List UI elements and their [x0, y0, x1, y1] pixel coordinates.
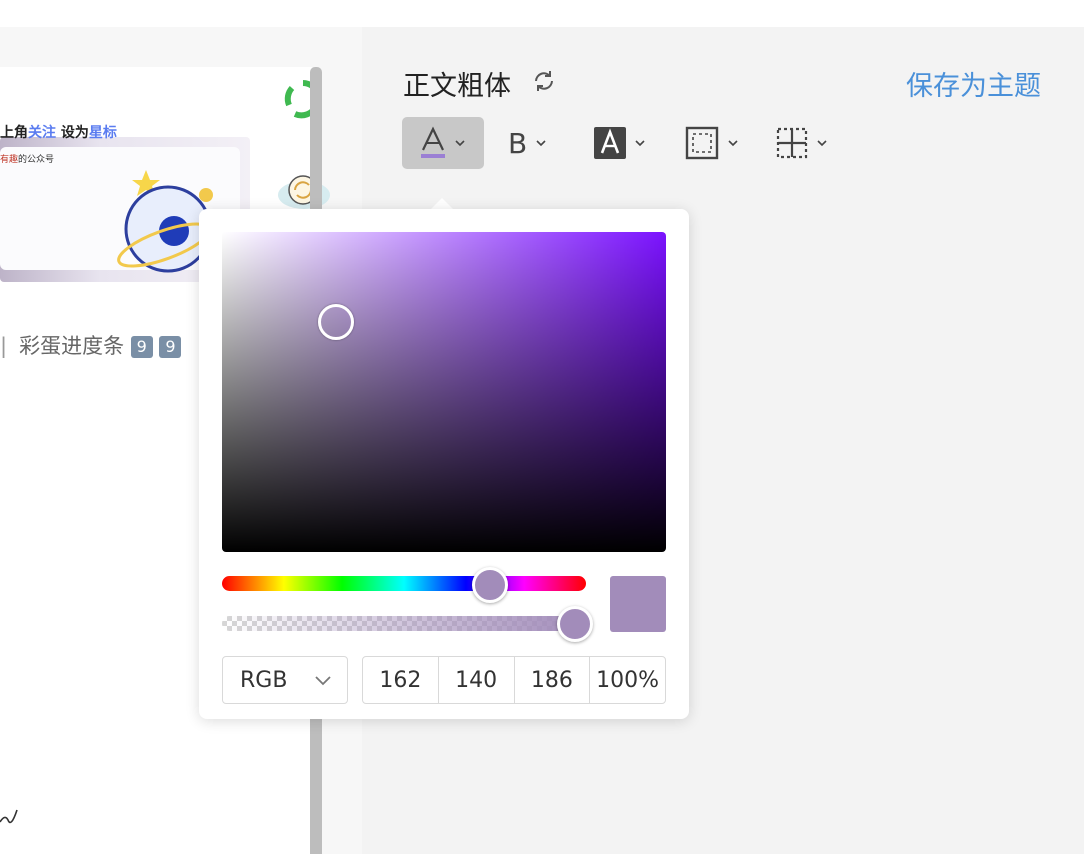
top-bar [0, 0, 1084, 27]
font-color-icon [421, 126, 445, 158]
save-as-theme-link[interactable]: 保存为主题 [906, 64, 1041, 103]
refresh-sticker-icon [278, 175, 330, 209]
chevron-down-icon [635, 140, 645, 147]
banner-text-follow: 上角关注 设为星标 [0, 125, 117, 141]
chevron-down-icon [728, 140, 738, 147]
chevron-down-icon [817, 140, 827, 147]
alpha-input[interactable]: 100% [590, 657, 665, 703]
spacing-button[interactable] [776, 117, 828, 169]
color-value-inputs: 162 140 186 100% [362, 656, 666, 704]
chevron-down-icon [315, 676, 331, 686]
alpha-handle[interactable] [557, 606, 593, 642]
color-mode-value: RGB [240, 667, 288, 693]
border-icon [685, 126, 719, 160]
background-color-button[interactable] [594, 117, 646, 169]
color-mode-select[interactable]: RGB [222, 656, 348, 704]
reset-icon[interactable] [532, 69, 556, 93]
alpha-slider[interactable] [222, 616, 586, 631]
panel-title: 正文粗体 [403, 71, 511, 102]
bold-icon: B [508, 126, 528, 160]
hue-handle[interactable] [472, 567, 508, 603]
keycap-9: 9 [159, 336, 182, 358]
color-preview-swatch [610, 576, 666, 632]
font-color-button[interactable] [402, 117, 484, 169]
green-input[interactable]: 140 [439, 657, 515, 703]
blue-input[interactable]: 186 [515, 657, 591, 703]
handwriting-squiggle [0, 809, 18, 824]
article-caption: | 彩蛋进度条 9 9 [0, 330, 182, 360]
background-color-icon [594, 127, 626, 159]
chevron-down-icon [536, 140, 546, 147]
border-button[interactable] [685, 117, 739, 169]
red-input[interactable]: 162 [363, 657, 439, 703]
keycap-9: 9 [130, 336, 153, 358]
banner-text-subtitle: 有趣的公众号 [0, 155, 55, 165]
saturation-handle[interactable] [318, 304, 354, 340]
chevron-down-icon [455, 140, 465, 147]
spacing-icon [776, 127, 808, 159]
bold-button[interactable]: B [508, 117, 547, 169]
hue-slider[interactable] [222, 576, 586, 591]
saturation-value-area[interactable] [222, 232, 666, 552]
